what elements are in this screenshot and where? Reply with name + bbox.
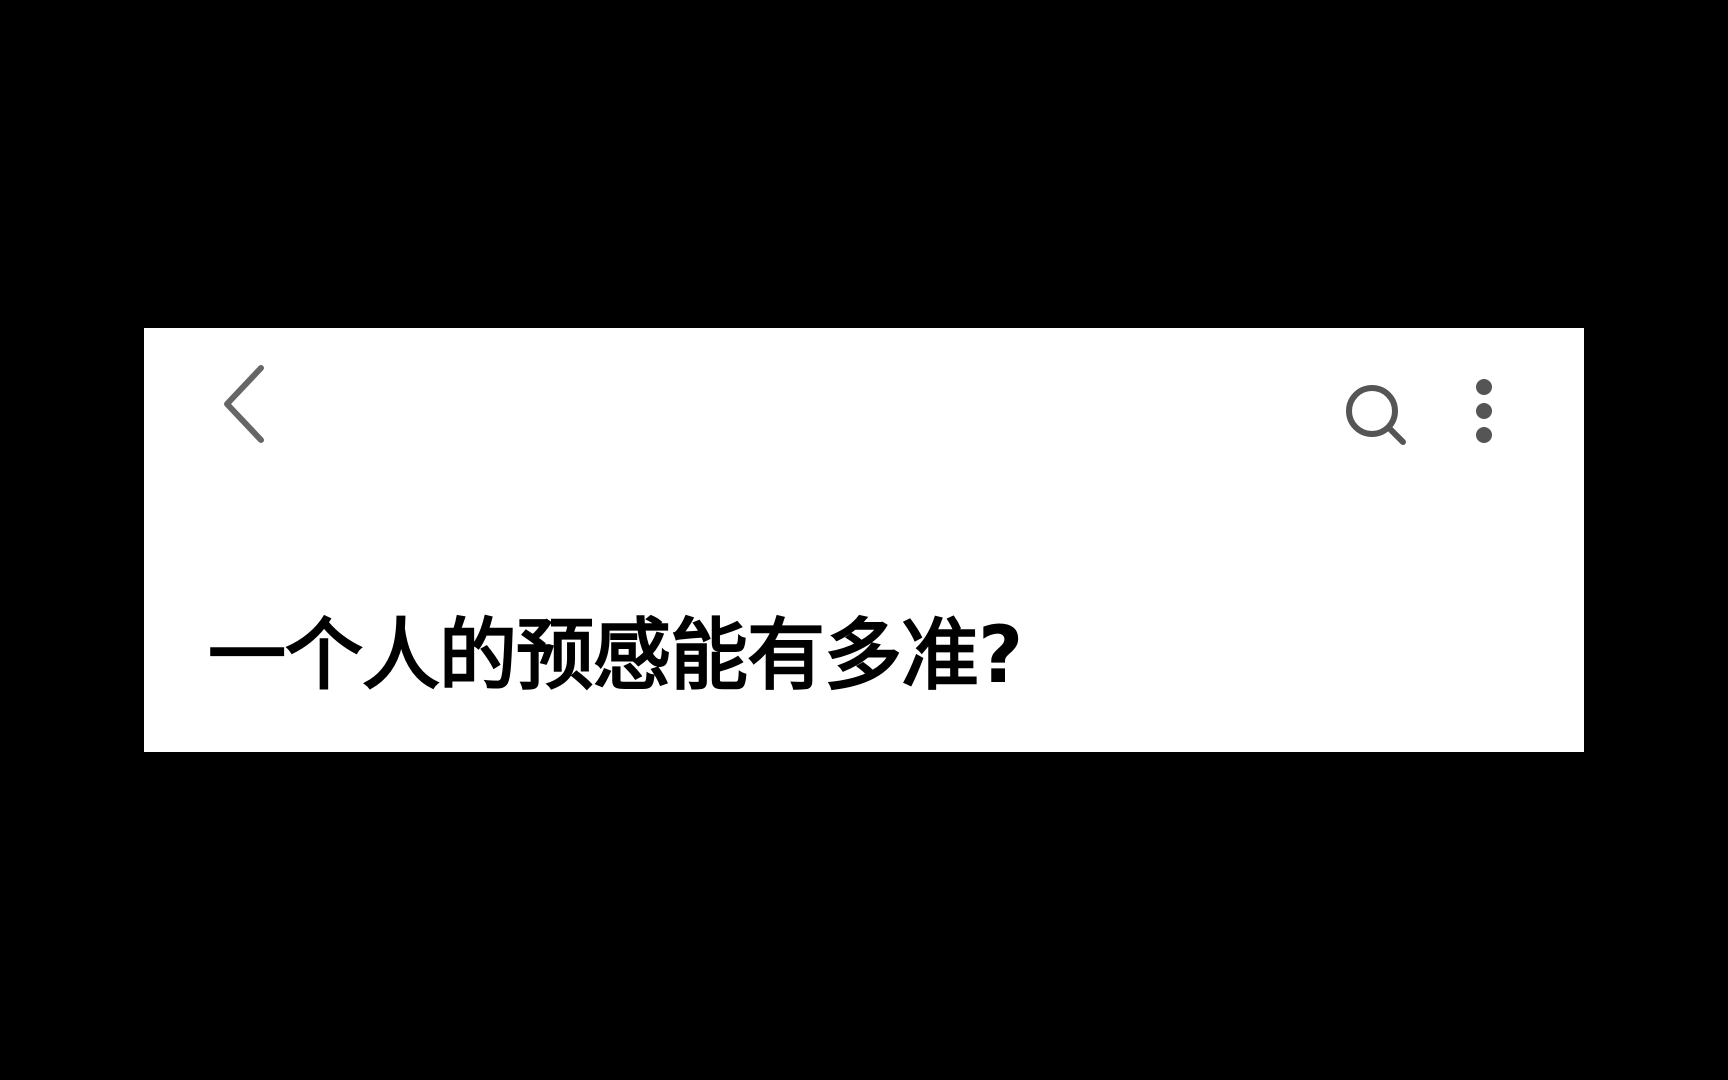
chevron-left-icon — [224, 365, 264, 443]
more-options-button[interactable] — [1454, 374, 1514, 454]
search-icon — [1346, 385, 1406, 445]
back-button[interactable] — [214, 364, 274, 444]
video-frame: 一个人的预感能有多准? — [0, 0, 1728, 1080]
question-card: 一个人的预感能有多准? — [144, 328, 1584, 752]
top-app-bar — [144, 328, 1584, 448]
more-vertical-icon — [1476, 379, 1492, 443]
question-title: 一个人的预感能有多准? — [208, 611, 1023, 701]
search-button[interactable] — [1339, 378, 1415, 454]
